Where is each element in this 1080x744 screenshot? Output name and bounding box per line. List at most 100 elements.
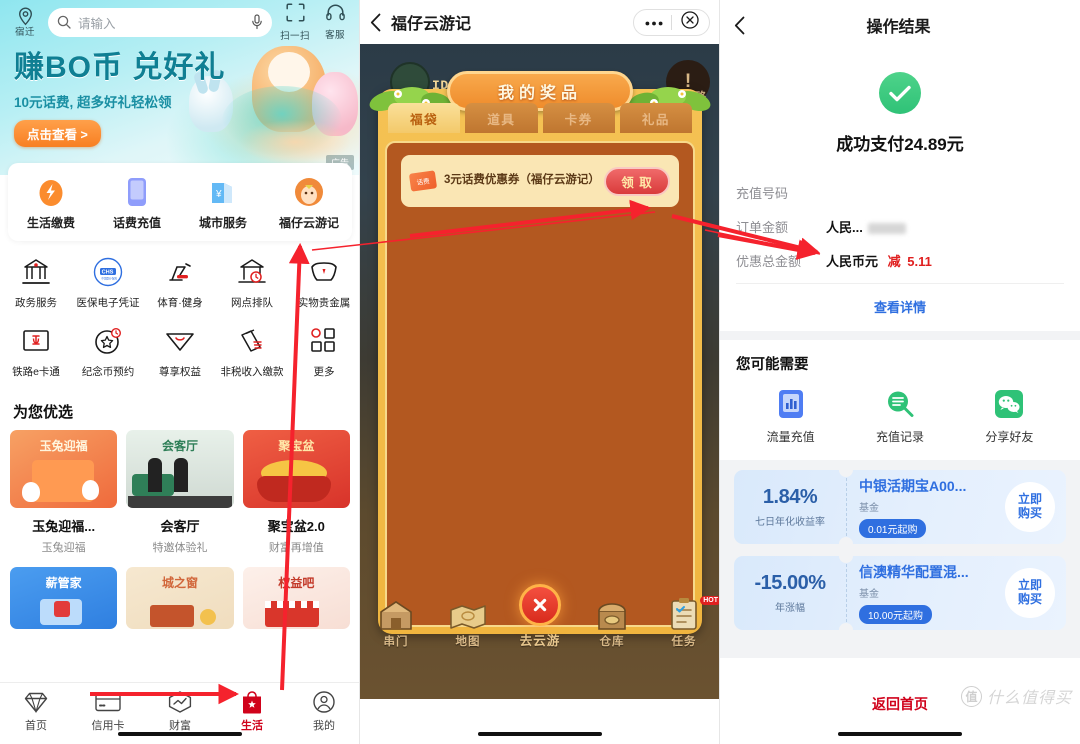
recommend-card[interactable]: 聚宝盆 聚宝盆2.0 财富再增值	[242, 430, 350, 555]
fund-percent: 1.84%	[762, 486, 818, 508]
home-indicator	[118, 731, 242, 736]
sidebar-item-credit-card[interactable]: 信用卡	[72, 690, 144, 733]
game-nav-go-travel[interactable]: 去云游	[504, 582, 576, 655]
game-stage: ID：1088519 ! 攻略 我的奖品 福袋 道具 卡券	[360, 44, 720, 699]
view-detail-link[interactable]: 查看详情	[736, 283, 1064, 331]
watermark-text: 什么值得买	[986, 690, 1072, 707]
grid-item-gov-service[interactable]: 政务服务	[0, 255, 72, 310]
quick-item-fuzai-cloud-travel[interactable]: 福仔云游记	[266, 175, 352, 231]
quick-service-card: 生活缴费 话费充值 ¥ 城市服务 福仔云游记	[8, 163, 352, 241]
fund-recommendations: 1.84% 七日年化收益率 中银活期宝A00... 基金 0.01元起购 立即 …	[720, 460, 1080, 658]
game-nav-tasks[interactable]: HOT 任务	[648, 596, 720, 655]
fund-card[interactable]: 1.84% 七日年化收益率 中银活期宝A00... 基金 0.01元起购 立即 …	[734, 470, 1066, 544]
grid-label: 政务服务	[15, 297, 57, 309]
buy-line-2: 购买	[1017, 506, 1042, 520]
bike-icon	[144, 255, 216, 289]
sidebar-item-mine[interactable]: 我的	[288, 690, 360, 733]
map-icon	[432, 597, 504, 631]
claim-button[interactable]: 领 取	[604, 166, 670, 196]
grid-item-sports-fitness[interactable]: 体育·健身	[144, 255, 216, 310]
need-item-data-recharge[interactable]: 流量充值	[736, 388, 845, 445]
grid-item-non-tax-payment[interactable]: 非税收入缴款	[216, 324, 288, 379]
card-subtitle: 玉兔迎福	[41, 542, 86, 554]
close-x-button[interactable]	[519, 584, 561, 626]
sidebar-item-life[interactable]: 生活	[216, 690, 288, 733]
card-thumbnail: 聚宝盆	[242, 430, 350, 508]
detail-value-text: 人民币元	[826, 253, 879, 269]
user-icon	[288, 690, 360, 714]
recommend-card[interactable]: 会客厅 会客厅 特邀体验礼	[126, 430, 234, 555]
game-nav-warehouse[interactable]: 仓库	[576, 597, 648, 655]
game-nav-visit[interactable]: 串门	[360, 597, 432, 655]
grid-item-railway-card[interactable]: 铁路e卡通	[0, 324, 72, 379]
branch-queue-icon	[216, 255, 288, 289]
need-item-recharge-history[interactable]: 充值记录	[845, 388, 954, 445]
more-dots-icon[interactable]	[636, 13, 671, 31]
quick-item-life-payment[interactable]: 生活缴费	[8, 175, 94, 231]
tab-label: 道具	[487, 112, 516, 127]
hero-banner[interactable]: 宿迁 请输入 扫一扫 客服 赚BO币 兑好礼 10元话费, 超多好礼轻松领 点击…	[0, 0, 360, 175]
sidebar-item-wealth[interactable]: 财富	[144, 690, 216, 733]
fund-type: 基金	[859, 589, 879, 600]
hero-cta-button[interactable]: 点击查看 >	[14, 119, 101, 147]
recommend-card[interactable]: 薪管家	[10, 567, 118, 629]
search-input[interactable]: 请输入	[48, 7, 272, 37]
grid-item-precious-metal[interactable]: 实物贵金属	[288, 255, 360, 310]
quick-label: 城市服务	[198, 216, 247, 230]
back-home-button[interactable]: 返回首页	[872, 696, 928, 712]
tab-fudai[interactable]: 福袋	[388, 103, 461, 133]
grid-item-more[interactable]: 更多	[288, 324, 360, 379]
recommend-card[interactable]: 玉兔迎福 玉兔迎福... 玉兔迎福	[10, 430, 118, 555]
watermark: 值 什么值得买	[960, 684, 1072, 708]
game-nav-label: 地图	[455, 636, 481, 648]
grid-item-branch-queue[interactable]: 网点排队	[216, 255, 288, 310]
prize-list-area: 话费 3元话费优惠券（福仔云游记） 领 取	[385, 141, 695, 627]
fund-info: 信澳精华配置混... 基金 10.00元起购	[847, 562, 1005, 624]
success-amount: 成功支付24.89元	[836, 135, 964, 154]
grid-label: 更多	[313, 366, 335, 378]
scan-button[interactable]: 扫一扫	[278, 2, 312, 42]
screenshot-stage: 宿迁 请输入 扫一扫 客服 赚BO币 兑好礼 10元话费, 超多好礼轻松领 点击…	[0, 0, 1080, 744]
tab-coupons[interactable]: 卡券	[542, 103, 615, 133]
fund-percent-label: 七日年化收益率	[755, 517, 825, 528]
back-chevron-icon[interactable]	[370, 13, 381, 32]
fund-metric: 1.84% 七日年化收益率	[734, 486, 846, 528]
detail-key: 优惠总金额	[736, 253, 802, 269]
grid-label: 网点排队	[231, 297, 273, 309]
quick-item-city-service[interactable]: ¥ 城市服务	[180, 175, 266, 231]
card-notch-bottom	[839, 623, 853, 630]
need-item-share-friend[interactable]: 分享好友	[955, 388, 1064, 445]
grid-item-privileges[interactable]: 尊享权益	[144, 324, 216, 379]
detail-key: 充值号码	[736, 185, 789, 201]
card-title: 玉兔迎福...	[32, 519, 96, 534]
sidebar-item-home[interactable]: 首页	[0, 690, 72, 733]
grid-item-medical-card[interactable]: CHS 中国医疗保障 医保电子凭证	[72, 255, 144, 310]
tab-gifts[interactable]: 礼品	[619, 103, 692, 133]
section-divider	[720, 331, 1080, 340]
buy-now-button[interactable]: 立即 购买	[1005, 568, 1055, 618]
view-detail-label: 查看详情	[873, 300, 926, 315]
close-circle-icon[interactable]	[672, 10, 707, 34]
customer-service-button[interactable]: 客服	[318, 4, 352, 41]
coin-booking-icon	[72, 324, 144, 358]
hero-subtitle: 10元话费, 超多好礼轻松领	[14, 94, 172, 110]
grid-label: 纪念币预约	[81, 366, 135, 378]
buy-line-2: 购买	[1017, 592, 1042, 606]
tab-props[interactable]: 道具	[465, 103, 538, 133]
recommend-card[interactable]: 城之窗	[126, 567, 234, 629]
grid-label: 尊享权益	[159, 366, 201, 378]
fund-card[interactable]: -15.00% 年涨幅 信澳精华配置混... 基金 10.00元起购 立即 购买	[734, 556, 1066, 630]
grid-item-coin-booking[interactable]: 纪念币预约	[72, 324, 144, 379]
microphone-icon[interactable]	[251, 14, 263, 30]
quick-item-phone-recharge[interactable]: 话费充值	[94, 175, 180, 231]
game-nav-label: 任务	[671, 636, 697, 648]
game-nav-map[interactable]: 地图	[432, 597, 504, 655]
life-bag-icon	[216, 690, 288, 714]
card-caption: 聚宝盆	[278, 439, 315, 453]
quick-label: 福仔云游记	[278, 216, 339, 230]
buy-now-button[interactable]: 立即 购买	[1005, 482, 1055, 532]
recommend-card[interactable]: 权益吧	[242, 567, 350, 629]
location-button[interactable]: 宿迁	[8, 6, 42, 38]
card-title: 聚宝盆2.0	[267, 519, 325, 534]
fund-name: 信澳精华配置混...	[859, 564, 969, 580]
